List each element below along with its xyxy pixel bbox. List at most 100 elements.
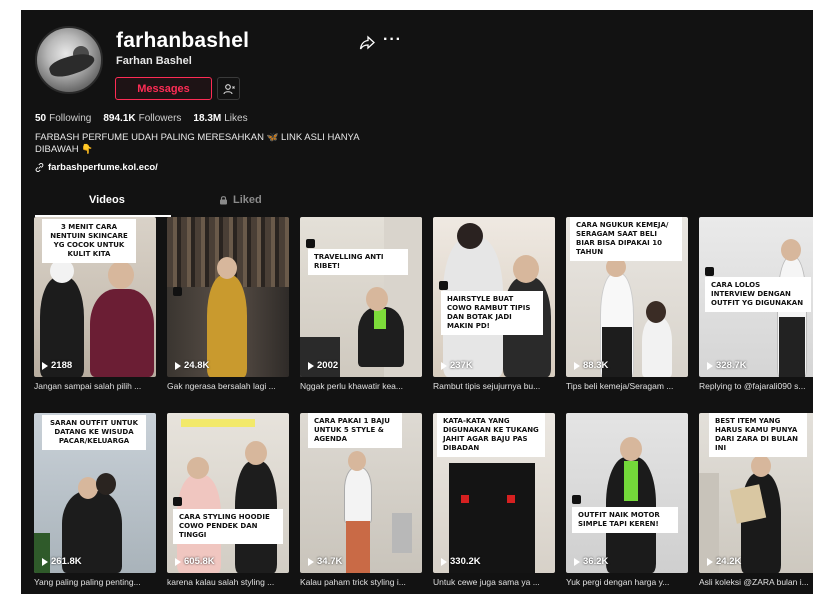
person-head <box>348 451 366 471</box>
tab-liked[interactable]: Liked <box>219 194 262 206</box>
marker <box>507 495 515 503</box>
video-card[interactable]: TRAVELLING ANTI RIBET! 2002 Nggak perlu … <box>300 217 422 391</box>
video-card[interactable]: CARA PAKAI 1 BAJU UNTUK 5 STYLE & AGENDA… <box>300 413 422 587</box>
video-card[interactable]: CARA NGUKUR KEMEJA/ SERAGAM SAAT BELI BI… <box>566 217 688 391</box>
view-count: 36.2K <box>574 556 608 567</box>
view-count: 2002 <box>308 360 338 371</box>
person-head <box>217 257 237 279</box>
luggage <box>300 337 340 377</box>
play-icon <box>42 557 48 566</box>
green-shirt <box>624 461 638 501</box>
video-thumbnail[interactable]: KATA-KATA YANG DIGUNAKAN KE TUKANG JAHIT… <box>433 413 555 573</box>
view-count: 24.2K <box>707 556 741 567</box>
tiktok-icon <box>173 497 182 506</box>
video-overlay-text: CARA NGUKUR KEMEJA/ SERAGAM SAAT BELI BI… <box>570 217 682 261</box>
play-icon <box>308 361 314 370</box>
video-card[interactable]: CARA STYLING HOODIE COWO PENDEK DAN TING… <box>167 413 289 587</box>
video-overlay-text: SARAN OUTFIT UNTUK DATANG KE WISUDA PACA… <box>42 415 146 450</box>
profile-link[interactable]: farbashperfume.kol.eco/ <box>35 162 158 173</box>
play-icon <box>441 557 447 566</box>
video-caption: Gak ngerasa bersalah lagi ... <box>167 381 276 391</box>
video-thumbnail[interactable]: BEST ITEM YANG HARUS KAMU PUNYA DARI ZAR… <box>699 413 813 573</box>
plant <box>34 533 50 573</box>
video-caption: Asli koleksi @ZARA bulan i... <box>699 577 809 587</box>
person-head <box>366 287 388 311</box>
video-card[interactable]: HAIRSTYLE BUAT COWO RAMBUT TIPIS DAN BOT… <box>433 217 555 391</box>
video-card[interactable]: CARA LOLOS INTERVIEW DENGAN OUTFIT YG DI… <box>699 217 813 391</box>
play-icon <box>707 557 713 566</box>
avatar[interactable] <box>35 26 103 94</box>
trousers <box>346 521 370 573</box>
username: farhanbashel <box>116 29 250 52</box>
trousers <box>779 317 805 377</box>
video-card[interactable]: OUTFIT NAIK MOTOR SIMPLE TAPI KEREN! 36.… <box>566 413 688 587</box>
view-count: 328.7K <box>707 360 747 371</box>
profile-link-text: farbashperfume.kol.eco/ <box>48 162 158 173</box>
followers-stat[interactable]: 894.1K Followers <box>103 113 181 124</box>
person-head <box>78 477 98 499</box>
video-overlay-text: CARA PAKAI 1 BAJU UNTUK 5 STYLE & AGENDA <box>308 413 402 448</box>
view-count: 330.2K <box>441 556 481 567</box>
view-count: 88.3K <box>574 360 608 371</box>
play-icon <box>308 557 314 566</box>
video-thumbnail[interactable]: CARA LOLOS INTERVIEW DENGAN OUTFIT YG DI… <box>699 217 813 377</box>
play-icon <box>707 361 713 370</box>
video-card[interactable]: 24.8K Gak ngerasa bersalah lagi ... <box>167 217 289 391</box>
marker <box>461 495 469 503</box>
tiktok-icon <box>439 281 448 290</box>
tab-videos[interactable]: Videos <box>89 194 125 206</box>
view-count: 2188 <box>42 360 72 371</box>
video-caption: Kalau paham trick styling i... <box>300 577 406 587</box>
following-stat[interactable]: 50 Following <box>35 113 91 124</box>
video-thumbnail[interactable]: 3 MENIT CARA NENTUIN SKINCARE YG COCOK U… <box>34 217 156 377</box>
view-count: 24.8K <box>175 360 209 371</box>
video-thumbnail[interactable]: SARAN OUTFIT UNTUK DATANG KE WISUDA PACA… <box>34 413 156 573</box>
likes-count: 18.3M <box>193 113 222 124</box>
play-icon <box>42 361 48 370</box>
follow-user-button[interactable] <box>217 77 240 100</box>
view-count: 261.8K <box>42 556 82 567</box>
tiktok-icon <box>306 239 315 248</box>
chair <box>392 513 412 553</box>
tiktok-icon <box>705 267 714 276</box>
messages-button[interactable]: Messages <box>115 77 212 100</box>
person-head <box>457 223 483 249</box>
lock-icon <box>220 196 227 205</box>
person-shape <box>207 275 247 377</box>
video-card[interactable]: 3 MENIT CARA NENTUIN SKINCARE YG COCOK U… <box>34 217 156 391</box>
video-thumbnail[interactable]: 24.8K <box>167 217 289 377</box>
profile-page: farhanbashel Farhan Bashel Messages ··· … <box>21 10 813 594</box>
profile-stats: 50 Following 894.1K Followers 18.3M Likes <box>35 113 248 124</box>
share-icon[interactable] <box>359 35 375 51</box>
video-thumbnail[interactable]: OUTFIT NAIK MOTOR SIMPLE TAPI KEREN! 36.… <box>566 413 688 573</box>
tab-liked-label: Liked <box>233 194 262 206</box>
person-head <box>187 457 209 479</box>
video-thumbnail[interactable]: CARA NGUKUR KEMEJA/ SERAGAM SAAT BELI BI… <box>566 217 688 377</box>
following-count: 50 <box>35 113 47 124</box>
video-overlay-text: 3 MENIT CARA NENTUIN SKINCARE YG COCOK U… <box>42 219 136 263</box>
video-thumbnail[interactable]: CARA STYLING HOODIE COWO PENDEK DAN TING… <box>167 413 289 573</box>
video-overlay-text: HAIRSTYLE BUAT COWO RAMBUT TIPIS DAN BOT… <box>441 291 543 335</box>
video-overlay-text: KATA-KATA YANG DIGUNAKAN KE TUKANG JAHIT… <box>437 413 545 457</box>
video-caption: Jangan sampai salah pilih ... <box>34 381 142 391</box>
followers-label: Followers <box>138 113 182 124</box>
tag-label <box>181 419 255 427</box>
video-card[interactable]: SARAN OUTFIT UNTUK DATANG KE WISUDA PACA… <box>34 413 156 587</box>
video-thumbnail[interactable]: HAIRSTYLE BUAT COWO RAMBUT TIPIS DAN BOT… <box>433 217 555 377</box>
view-count: 237K <box>441 360 473 371</box>
person-shape <box>90 289 154 377</box>
video-overlay-text: BEST ITEM YANG HARUS KAMU PUNYA DARI ZAR… <box>709 413 807 457</box>
profile-bio: FARBASH PERFUME UDAH PALING MERESAHKAN 🦋… <box>35 132 360 155</box>
play-icon <box>175 557 181 566</box>
video-card[interactable]: KATA-KATA YANG DIGUNAKAN KE TUKANG JAHIT… <box>433 413 555 587</box>
person-head <box>620 437 642 461</box>
person-head <box>96 473 116 495</box>
play-icon <box>175 361 181 370</box>
video-caption: Replying to @fajarali090 s... <box>699 381 806 391</box>
play-icon <box>574 557 580 566</box>
video-thumbnail[interactable]: TRAVELLING ANTI RIBET! 2002 <box>300 217 422 377</box>
video-thumbnail[interactable]: CARA PAKAI 1 BAJU UNTUK 5 STYLE & AGENDA… <box>300 413 422 573</box>
video-card[interactable]: BEST ITEM YANG HARUS KAMU PUNYA DARI ZAR… <box>699 413 813 587</box>
person-shape <box>642 317 672 377</box>
more-options-icon[interactable]: ··· <box>383 31 402 49</box>
